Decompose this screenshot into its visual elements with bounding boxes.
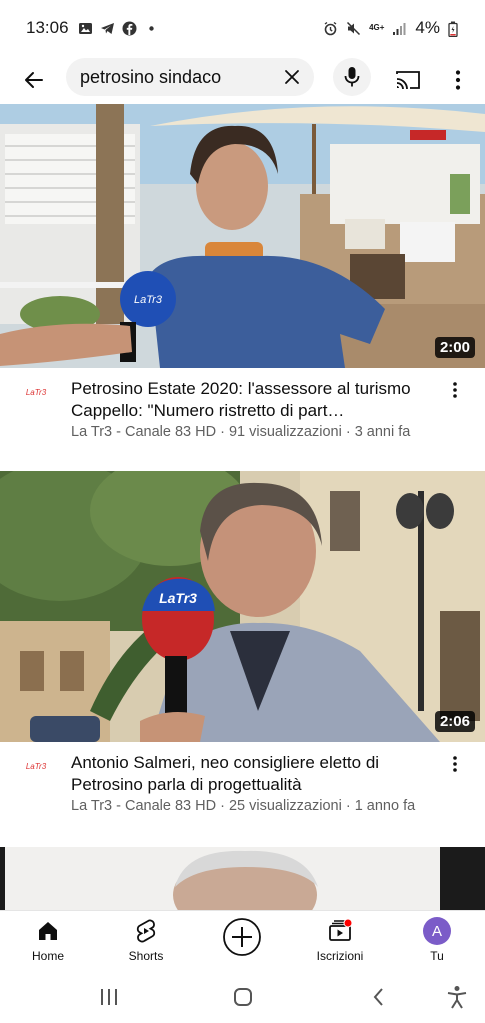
alarm-icon [323,21,338,36]
more-vert-icon [453,756,457,772]
thumbnail-image [0,847,485,910]
channel-avatar[interactable]: LaTr3 [24,762,48,782]
home-icon [34,917,62,945]
nav-shorts-label: Shorts [128,949,164,963]
video-duration: 2:00 [434,337,475,358]
more-options-button[interactable] [444,64,472,96]
cast-button[interactable] [392,64,424,96]
video-title[interactable]: Antonio Salmeri, neo consigliere eletto … [71,752,431,796]
back-arrow-icon [25,72,43,88]
add-icon [222,917,262,957]
video-action-menu-button[interactable] [445,378,465,402]
view-count: 25 visualizzazioni [228,798,342,814]
svg-text:LaTr3: LaTr3 [134,294,163,306]
system-navigation-bar [0,972,485,1023]
voice-search-button[interactable] [333,58,371,96]
system-back-button[interactable] [366,984,392,1010]
svg-text:LaTr3: LaTr3 [159,590,197,606]
video-meta: LaTr3 Antonio Salmeri, neo consigliere e… [0,742,485,846]
battery-icon [448,21,463,37]
video-subtitle: La Tr3 - Canale 83 HD · 91 visualizzazio… [71,424,411,440]
back-button[interactable] [18,64,50,96]
home-system-button[interactable] [230,984,256,1010]
recents-icon [101,989,117,1005]
create-button[interactable] [202,917,282,971]
nav-shorts[interactable]: Shorts [106,917,186,971]
channel-avatar[interactable]: LaTr3 [24,388,48,408]
user-avatar: A [423,917,451,945]
upload-age: 1 anno fa [354,798,416,814]
accessibility-button[interactable] [444,984,470,1010]
telegram-icon [100,21,115,36]
subscriptions-icon [326,917,354,945]
channel-name[interactable]: La Tr3 - Canale 83 HD [71,798,216,814]
video-card[interactable] [0,847,485,910]
avatar-letter: A [431,922,442,940]
nav-home[interactable]: Home [8,917,88,971]
search-input[interactable]: petrosino sindaco [66,58,314,96]
search-header: petrosino sindaco [0,56,485,104]
upload-age: 3 anni fa [354,424,411,440]
search-query-text: petrosino sindaco [80,66,222,87]
microphone-icon [344,67,360,87]
facebook-icon [122,21,137,36]
video-thumbnail[interactable] [0,847,485,910]
video-card[interactable]: LaTr3 2:00 LaTr3 Petrosino Estate 2020: … [0,104,485,472]
video-thumbnail[interactable]: LaTr3 2:06 [0,471,485,742]
video-card[interactable]: LaTr3 2:06 LaTr3 Antonio Salmeri, neo co… [0,471,485,846]
system-home-icon [234,988,252,1006]
signal-icon [392,21,407,36]
video-meta: LaTr3 Petrosino Estate 2020: l'assessore… [0,368,485,472]
video-thumbnail[interactable]: LaTr3 2:00 [0,104,485,368]
thumbnail-image: LaTr3 [0,104,485,368]
network-type: 4G+ [369,23,385,32]
more-notifications-icon [144,21,159,36]
close-icon [285,70,299,84]
nav-subscriptions-label: Iscrizioni [316,949,364,963]
more-vert-icon [453,382,457,398]
bottom-navigation: Home Shorts Iscrizioni A Tu [0,910,485,972]
status-time: 13:06 [26,18,69,37]
video-action-menu-button[interactable] [445,752,465,776]
nav-subscriptions[interactable]: Iscrizioni [300,917,380,971]
gallery-icon [78,21,93,36]
channel-logo-text: LaTr3 [25,388,47,397]
accessibility-icon [447,986,467,1009]
clear-search-button[interactable] [280,65,304,89]
status-bar: 13:06 4G+ 4% [0,0,485,56]
recent-apps-button[interactable] [96,984,122,1010]
nav-you[interactable]: A Tu [397,917,477,971]
channel-logo-text: LaTr3 [25,762,47,771]
video-duration: 2:06 [434,711,475,732]
channel-name[interactable]: La Tr3 - Canale 83 HD [71,424,216,440]
battery-percent: 4% [415,18,440,37]
cast-icon [396,71,420,90]
shorts-icon [132,917,160,945]
more-vert-icon [455,70,461,90]
nav-you-label: Tu [430,949,444,963]
view-count: 91 visualizzazioni [228,424,342,440]
video-title[interactable]: Petrosino Estate 2020: l'assessore al tu… [71,378,431,422]
video-subtitle: La Tr3 - Canale 83 HD · 25 visualizzazio… [71,798,416,814]
mute-icon [346,21,361,36]
nav-home-label: Home [31,949,64,963]
thumbnail-image: LaTr3 [0,471,485,742]
chevron-left-icon [373,988,383,1006]
